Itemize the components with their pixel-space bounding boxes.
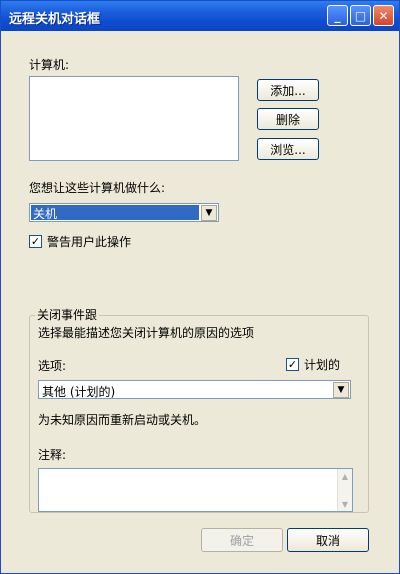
computers-list[interactable] — [29, 76, 239, 161]
minimize-button[interactable]: _ — [327, 5, 348, 26]
browse-button[interactable]: 浏览... — [257, 138, 319, 160]
window-title: 远程关机对话框 — [9, 12, 101, 27]
scroll-down-icon[interactable]: ▼ — [339, 498, 351, 510]
action-selected-value: 关机 — [31, 205, 199, 221]
title-bar: 远程关机对话框 _ □ ✕ — [1, 1, 399, 31]
computers-label: 计算机: — [29, 58, 70, 72]
scroll-up-icon[interactable]: ▲ — [339, 470, 351, 482]
chevron-down-icon: ▼ — [333, 382, 349, 398]
add-button[interactable]: 添加... — [257, 79, 319, 101]
maximize-button[interactable]: □ — [350, 5, 371, 26]
warn-users-label: 警告用户此操作 — [47, 235, 132, 249]
comment-textarea[interactable]: ▲ ▼ — [38, 468, 353, 512]
remote-shutdown-dialog: 远程关机对话框 _ □ ✕ 计算机: 添加... 删除 浏览... 您想让这些计… — [0, 0, 400, 574]
cancel-button[interactable]: 取消 — [287, 528, 369, 552]
comment-scrollbar[interactable]: ▲ ▼ — [337, 469, 352, 511]
action-label: 您想让这些计算机做什么: — [29, 181, 166, 195]
checkmark-icon: ✓ — [30, 235, 41, 248]
close-button[interactable]: ✕ — [373, 5, 394, 26]
checkmark-icon: ✓ — [287, 358, 298, 371]
comment-label: 注释: — [38, 448, 67, 462]
warn-users-checkbox[interactable]: ✓ — [29, 235, 42, 248]
option-selected-value: 其他 (计划的) — [42, 385, 116, 399]
chevron-down-icon: ▼ — [201, 205, 217, 221]
ok-button[interactable]: 确定 — [201, 528, 283, 552]
option-label: 选项: — [38, 359, 67, 373]
remove-button[interactable]: 删除 — [257, 108, 319, 130]
planned-label: 计划的 — [304, 358, 341, 372]
option-select[interactable]: 其他 (计划的) ▼ — [38, 380, 351, 399]
reason-text: 为未知原因而重新启动或关机。 — [38, 413, 207, 427]
action-select[interactable]: 关机 ▼ — [29, 203, 219, 222]
event-tracker-title: 关闭事件跟 — [35, 306, 100, 323]
planned-checkbox[interactable]: ✓ — [286, 358, 299, 371]
event-tracker-description: 选择最能描述您关闭计算机的原因的选项 — [38, 326, 255, 340]
